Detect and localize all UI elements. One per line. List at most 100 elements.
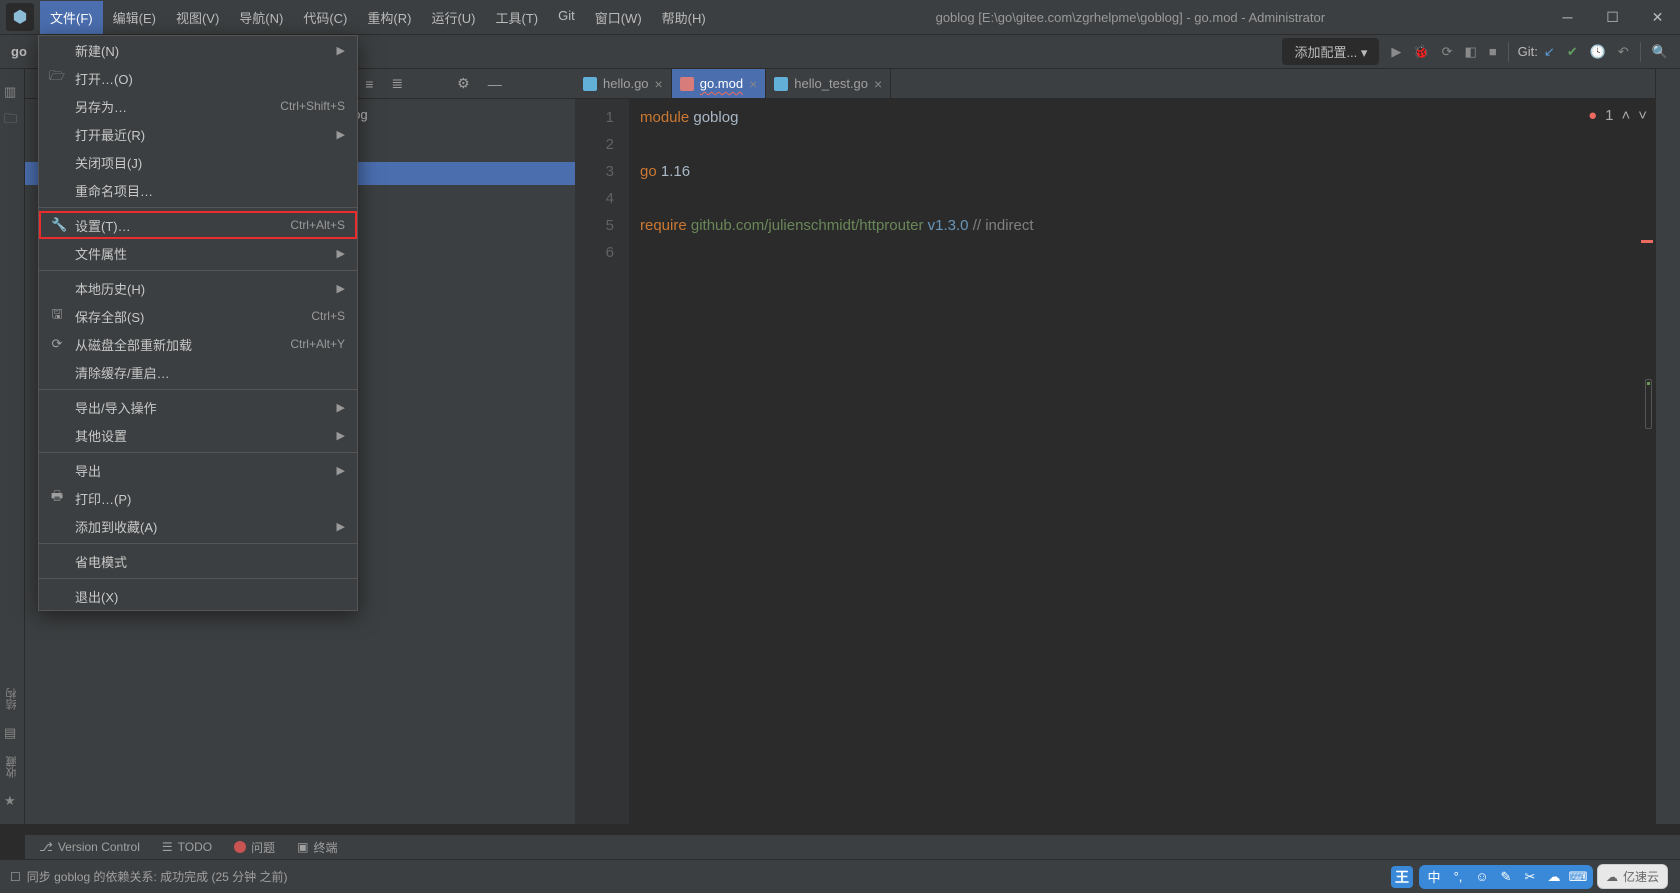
menu-edit[interactable]: 编辑(E) xyxy=(103,1,166,34)
punct-icon[interactable]: °, xyxy=(1449,868,1467,886)
close-button[interactable]: ✕ xyxy=(1635,0,1680,35)
menu-item[interactable]: 添加到收藏(A)▶ xyxy=(39,512,357,540)
menu-item[interactable]: 新建(N)▶ xyxy=(39,36,357,64)
menu-view[interactable]: 视图(V) xyxy=(166,1,229,34)
menu-item[interactable]: 🗁打开…(O) xyxy=(39,64,357,92)
menu-item[interactable]: 另存为…Ctrl+Shift+S xyxy=(39,92,357,120)
menu-item[interactable]: 本地历史(H)▶ xyxy=(39,274,357,302)
menu-item[interactable]: 🔧设置(T)…Ctrl+Alt+S xyxy=(39,211,357,239)
menu-item[interactable]: 重命名项目… xyxy=(39,176,357,204)
edit-icon[interactable]: ✎ xyxy=(1497,868,1515,886)
menu-help[interactable]: 帮助(H) xyxy=(652,1,716,34)
ime-icon[interactable]: 王 xyxy=(1391,866,1413,888)
close-icon[interactable]: × xyxy=(655,76,663,92)
git-revert-icon[interactable]: ↶ xyxy=(1612,39,1635,65)
tray-pill[interactable]: 中 °, ☺ ✎ ✂ ☁ ⌨ xyxy=(1419,865,1593,889)
expand-icon[interactable]: ≡ xyxy=(365,76,373,92)
menu-item[interactable]: 导出▶ xyxy=(39,456,357,484)
reload-icon: ⟳ xyxy=(49,336,65,352)
tab-hello-go[interactable]: hello.go × xyxy=(575,69,672,98)
git-commit-icon[interactable]: ✔ xyxy=(1561,39,1584,65)
menu-navigate[interactable]: 导航(N) xyxy=(229,1,293,34)
code-editor[interactable]: 123456 module goblog go 1.16 require git… xyxy=(575,99,1655,824)
menu-item[interactable]: 🖫保存全部(S)Ctrl+S xyxy=(39,302,357,330)
coverage-icon[interactable]: ⟳ xyxy=(1436,39,1459,65)
menu-git[interactable]: Git xyxy=(548,1,585,34)
scroll-indicator[interactable] xyxy=(1645,379,1652,429)
scissors-icon[interactable]: ✂ xyxy=(1521,868,1539,886)
menu-item[interactable]: 文件属性▶ xyxy=(39,239,357,267)
keyboard-icon[interactable]: ⌨ xyxy=(1569,868,1587,886)
close-icon[interactable]: × xyxy=(749,76,757,92)
menu-window[interactable]: 窗口(W) xyxy=(585,1,652,34)
next-error-icon[interactable]: ˅ xyxy=(1638,107,1647,124)
submenu-arrow-icon: ▶ xyxy=(337,429,345,442)
submenu-arrow-icon: ▶ xyxy=(337,401,345,414)
menu-item[interactable]: 省电模式 xyxy=(39,547,357,575)
menu-item[interactable]: ⟳从磁盘全部重新加载Ctrl+Alt+Y xyxy=(39,330,357,358)
line-gutter: 123456 xyxy=(575,99,630,824)
menu-run[interactable]: 运行(U) xyxy=(421,1,485,34)
profile-icon[interactable]: ◧ xyxy=(1459,39,1483,65)
brand-cloud-icon: ☁ xyxy=(1606,870,1618,884)
menu-item[interactable]: 其他设置▶ xyxy=(39,421,357,449)
status-icon[interactable]: ☐ xyxy=(10,870,21,884)
project-tool-icon[interactable]: ▥ xyxy=(4,84,20,100)
stop-icon[interactable]: ■ xyxy=(1483,39,1503,65)
debug-icon[interactable]: 🐞 xyxy=(1407,39,1435,65)
git-history-icon[interactable]: 🕓 xyxy=(1584,39,1612,65)
git-pull-icon[interactable]: ↙ xyxy=(1538,39,1561,65)
menu-item[interactable]: 清除缓存/重启… xyxy=(39,358,357,386)
list-icon: ☰ xyxy=(162,840,173,854)
todo-tab[interactable]: ☰TODO xyxy=(162,840,212,854)
menu-item[interactable]: 🖶打印…(P) xyxy=(39,484,357,512)
left-tool-stripe: ▥ 🗀 结构 ▤ 收藏 ★ xyxy=(0,69,25,824)
close-icon[interactable]: × xyxy=(874,76,882,92)
terminal-icon: ▣ xyxy=(297,840,308,854)
inspection-summary[interactable]: ●1 ˄ ˅ xyxy=(1588,107,1647,124)
mod-file-icon xyxy=(680,77,694,91)
hide-icon[interactable]: — xyxy=(488,76,502,92)
star-icon[interactable]: ★ xyxy=(4,793,20,809)
menu-tools[interactable]: 工具(T) xyxy=(485,1,548,34)
project-name: go xyxy=(6,44,32,59)
menu-item[interactable]: 导出/导入操作▶ xyxy=(39,393,357,421)
prev-error-icon[interactable]: ˄ xyxy=(1621,107,1630,124)
tab-go-mod[interactable]: go.mod × xyxy=(672,69,767,98)
menu-code[interactable]: 代码(C) xyxy=(293,1,357,34)
code-content[interactable]: module goblog go 1.16 require github.com… xyxy=(630,99,1655,824)
menu-file[interactable]: 文件(F) xyxy=(40,1,103,34)
lang-icon[interactable]: 中 xyxy=(1425,868,1443,886)
problems-tab[interactable]: 问题 xyxy=(234,839,275,856)
structure-icon[interactable]: ▤ xyxy=(4,725,20,741)
menu-item[interactable]: 退出(X) xyxy=(39,582,357,610)
maximize-button[interactable]: ☐ xyxy=(1590,0,1635,35)
run-icon[interactable]: ▶ xyxy=(1385,39,1407,65)
bottom-tool-tabs: ⎇Version Control ☰TODO 问题 ▣终端 xyxy=(25,834,1680,859)
minimize-button[interactable]: ─ xyxy=(1545,0,1590,35)
structure-tool[interactable]: 结构 xyxy=(4,688,20,710)
folder-tool-icon[interactable]: 🗀 xyxy=(4,110,20,126)
terminal-tab[interactable]: ▣终端 xyxy=(297,839,337,856)
search-icon[interactable]: 🔍 xyxy=(1646,39,1674,65)
folder-icon: 🗁 xyxy=(49,67,65,89)
run-config-select[interactable]: 添加配置... ▾ xyxy=(1282,38,1379,65)
submenu-arrow-icon: ▶ xyxy=(337,464,345,477)
submenu-arrow-icon: ▶ xyxy=(337,128,345,141)
collapse-icon[interactable]: ≣ xyxy=(391,75,403,92)
gear-icon[interactable]: ⚙ xyxy=(457,75,470,92)
error-marker[interactable] xyxy=(1641,240,1653,243)
emoji-icon[interactable]: ☺ xyxy=(1473,868,1491,886)
brand-pill[interactable]: ☁ 亿速云 xyxy=(1597,864,1668,889)
tab-hello-test-go[interactable]: hello_test.go × xyxy=(766,69,891,98)
menu-item[interactable]: 打开最近(R)▶ xyxy=(39,120,357,148)
version-control-tab[interactable]: ⎇Version Control xyxy=(39,840,140,854)
menu-refactor[interactable]: 重构(R) xyxy=(357,1,421,34)
favorites-tool[interactable]: 收藏 xyxy=(4,756,20,778)
system-tray: 王 中 °, ☺ ✎ ✂ ☁ ⌨ ☁ 亿速云 xyxy=(1391,864,1668,889)
menu-item[interactable]: 关闭项目(J) xyxy=(39,148,357,176)
submenu-arrow-icon: ▶ xyxy=(337,520,345,533)
editor-area: hello.go × go.mod × hello_test.go × 1234… xyxy=(575,69,1655,824)
cloud-icon[interactable]: ☁ xyxy=(1545,868,1563,886)
window-title: goblog [E:\go\gitee.com\zgrhelpme\goblog… xyxy=(716,10,1545,25)
